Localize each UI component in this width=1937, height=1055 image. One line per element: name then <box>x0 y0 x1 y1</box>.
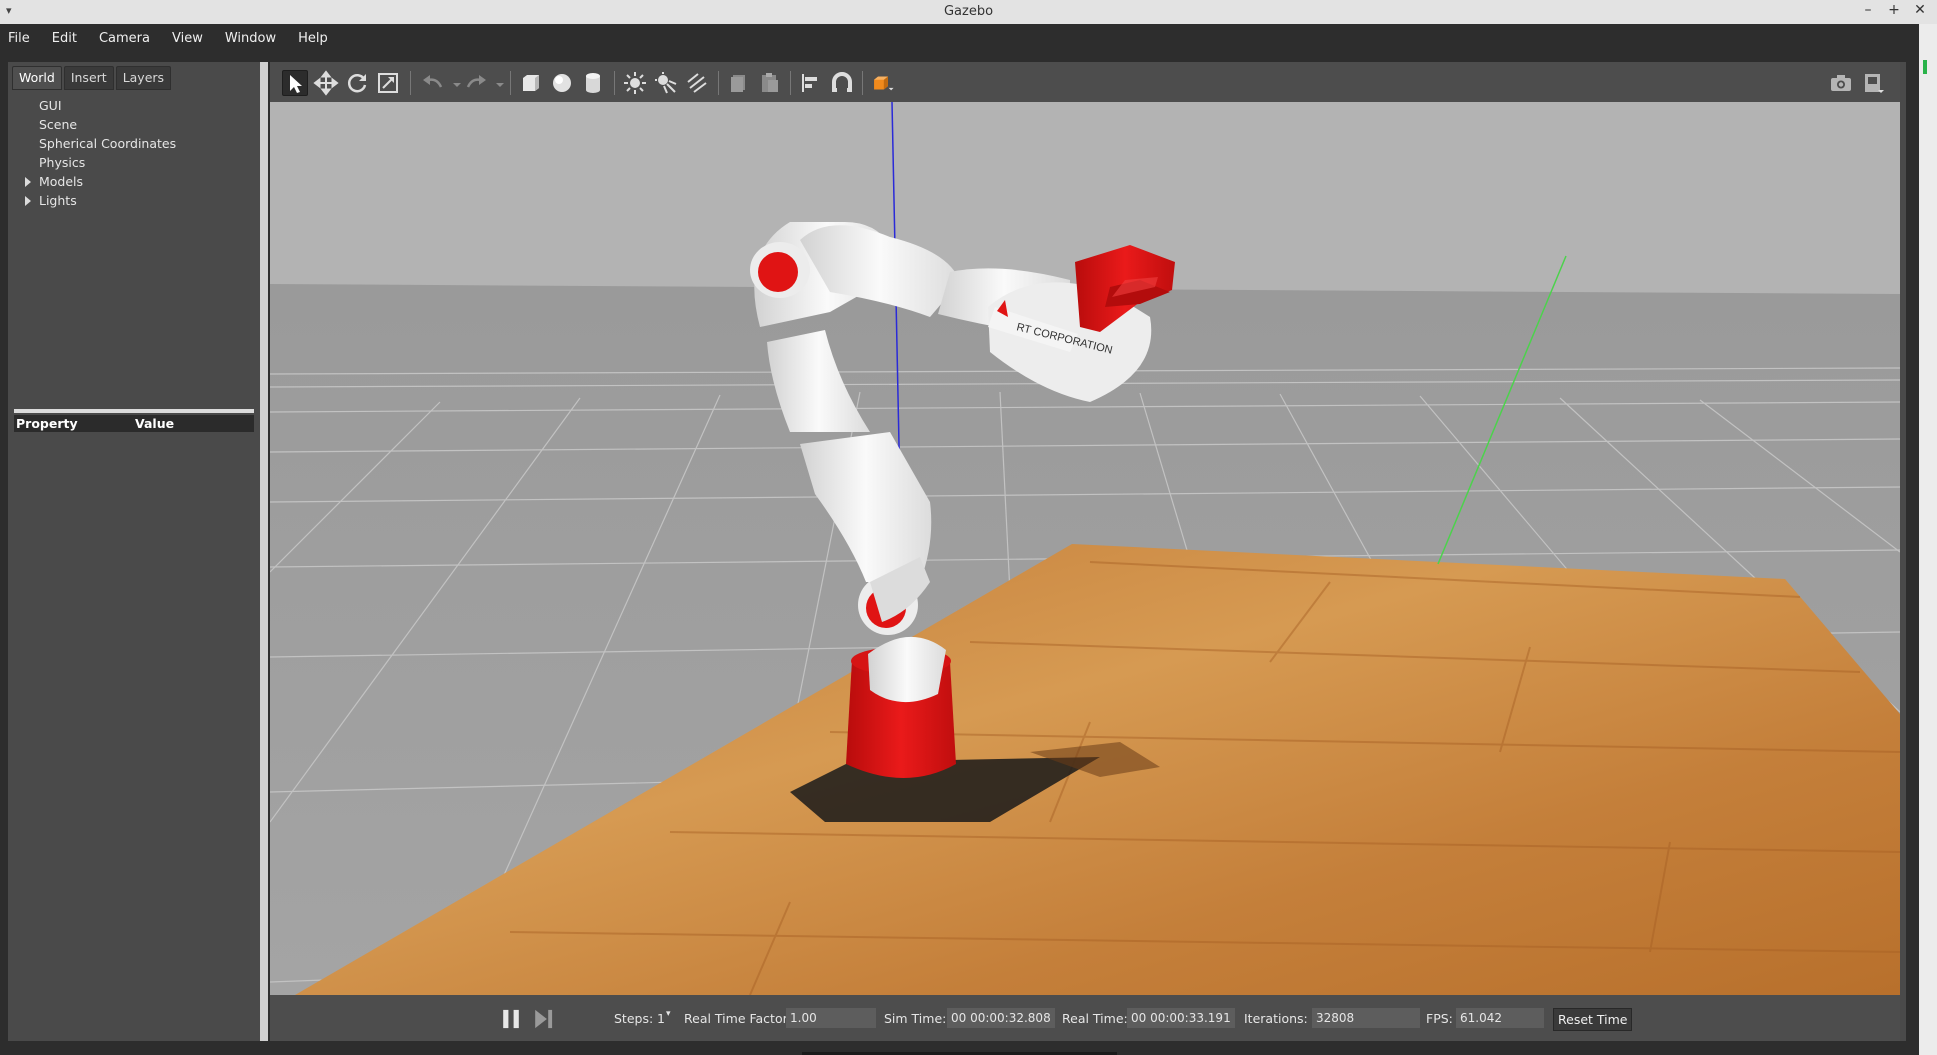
window-bottom-edge <box>0 1041 1919 1055</box>
real-time-factor-label: Real Time Factor: <box>684 1011 792 1026</box>
scale-icon[interactable] <box>375 70 401 96</box>
panel-splitter[interactable] <box>14 409 254 413</box>
steps-dropdown-icon[interactable]: ▾ <box>666 1009 671 1019</box>
real-time-factor-field: 1.00 <box>786 1008 876 1028</box>
tree-item-label: GUI <box>39 98 62 113</box>
window-title: Gazebo <box>943 4 994 19</box>
tab-layers[interactable]: Layers <box>115 66 172 90</box>
record-icon[interactable] <box>1860 70 1886 96</box>
world-tree: GUI Scene Spherical Coordinates Physics … <box>8 96 260 210</box>
tree-item-label: Spherical Coordinates <box>39 136 177 151</box>
pause-icon[interactable] <box>498 1006 519 1029</box>
toolbar <box>270 62 1900 102</box>
real-time-label: Real Time: <box>1062 1011 1128 1026</box>
close-icon[interactable]: ✕ <box>1913 2 1927 18</box>
copy-icon[interactable] <box>726 70 752 96</box>
redo-icon[interactable] <box>463 70 489 96</box>
column-value[interactable]: Value <box>135 416 174 431</box>
tree-item-label: Models <box>39 174 84 189</box>
steps-value[interactable]: 1 <box>657 1011 665 1026</box>
iterations-field: 32808 <box>1312 1008 1420 1028</box>
menu-view[interactable]: View <box>172 31 203 46</box>
tree-item-lights[interactable]: Lights <box>8 191 260 210</box>
fps-field: 61.042 <box>1456 1008 1544 1028</box>
maximize-icon[interactable]: + <box>1887 2 1901 18</box>
menu-camera[interactable]: Camera <box>99 31 150 46</box>
viewport-border <box>1900 62 1906 1048</box>
view-angle-icon[interactable] <box>870 70 902 96</box>
paste-icon[interactable] <box>757 70 783 96</box>
tree-item-label: Physics <box>39 155 86 170</box>
snap-icon[interactable] <box>829 70 855 96</box>
spot-light-icon[interactable] <box>653 70 679 96</box>
tab-world[interactable]: World <box>12 66 62 90</box>
sphere-icon[interactable] <box>549 70 575 96</box>
tree-item-gui[interactable]: GUI <box>8 96 260 115</box>
tab-insert[interactable]: Insert <box>63 66 114 90</box>
menu-window[interactable]: Window <box>225 31 276 46</box>
reset-time-button[interactable]: Reset Time <box>1553 1008 1633 1031</box>
cylinder-icon[interactable] <box>580 70 606 96</box>
undo-icon[interactable] <box>420 70 446 96</box>
undo-dropdown-icon[interactable] <box>444 70 461 96</box>
fps-label: FPS: <box>1426 1011 1453 1026</box>
expand-arrow-icon[interactable] <box>25 177 31 187</box>
simulation-status-bar: Steps: 1 ▾ Real Time Factor: 1.00 Sim Ti… <box>270 995 1900 1041</box>
minimize-icon[interactable]: – <box>1861 2 1875 18</box>
translate-icon[interactable] <box>313 70 339 96</box>
window-titlebar: ▾ Gazebo – + ✕ <box>0 0 1937 24</box>
sim-time-label: Sim Time: <box>884 1011 947 1026</box>
desktop-edge <box>1919 24 1937 1055</box>
box-icon[interactable] <box>518 70 544 96</box>
select-arrow-icon[interactable] <box>282 70 308 96</box>
sim-time-field: 00 00:00:32.808 <box>947 1008 1055 1028</box>
align-icon[interactable] <box>798 70 824 96</box>
panel-tabs: World Insert Layers <box>12 66 172 90</box>
tree-item-label: Scene <box>39 117 78 132</box>
menu-file[interactable]: File <box>8 31 30 46</box>
directional-light-icon[interactable] <box>684 70 710 96</box>
column-property[interactable]: Property <box>16 416 78 431</box>
rotate-icon[interactable] <box>344 70 370 96</box>
real-time-field: 00 00:00:33.191 <box>1127 1008 1235 1028</box>
left-panel: World Insert Layers GUI Scene Spherical … <box>8 62 260 1048</box>
step-icon[interactable] <box>530 1006 553 1029</box>
menu-help[interactable]: Help <box>298 31 328 46</box>
steps-label: Steps: <box>614 1011 654 1026</box>
tree-item-scene[interactable]: Scene <box>8 115 260 134</box>
tree-item-physics[interactable]: Physics <box>8 153 260 172</box>
redo-dropdown-icon[interactable] <box>487 70 504 96</box>
3d-viewport[interactable]: RT CORPORATION <box>270 102 1900 995</box>
iterations-label: Iterations: <box>1244 1011 1308 1026</box>
menu-edit[interactable]: Edit <box>52 31 77 46</box>
tree-item-models[interactable]: Models <box>8 172 260 191</box>
point-light-icon[interactable] <box>622 70 648 96</box>
screenshot-icon[interactable] <box>1828 70 1854 96</box>
tree-item-spherical-coordinates[interactable]: Spherical Coordinates <box>8 134 260 153</box>
expand-arrow-icon[interactable] <box>25 196 31 206</box>
scene-render[interactable]: RT CORPORATION <box>270 102 1900 995</box>
menubar: File Edit Camera View Window Help <box>0 24 1937 52</box>
property-table-header: Property Value <box>14 415 254 432</box>
panel-resize-handle[interactable] <box>260 62 268 1048</box>
tree-item-label: Lights <box>39 193 77 208</box>
